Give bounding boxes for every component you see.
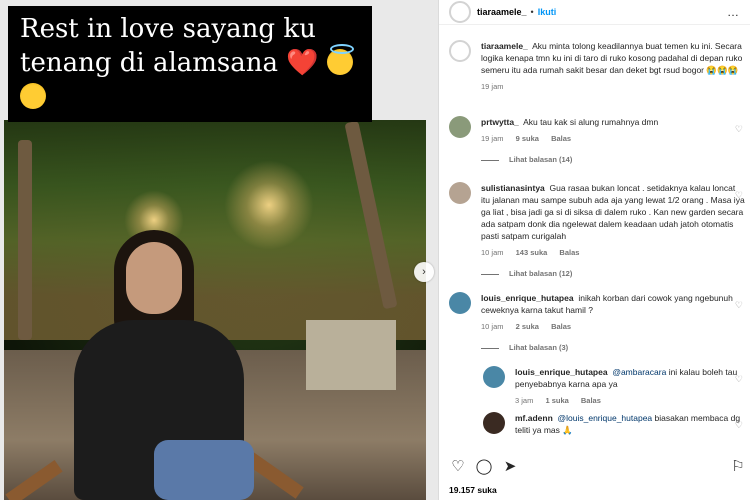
heart-outline-icon[interactable]: ♡ xyxy=(735,190,743,201)
follow-button[interactable]: Ikuti xyxy=(538,7,557,17)
likes-number: 19.157 xyxy=(449,485,475,495)
post-caption: tiaraamele_ Aku minta tolong keadilannya… xyxy=(449,40,745,91)
reply-button[interactable]: Balas xyxy=(551,322,571,331)
likes-label: suka xyxy=(477,485,497,495)
commenter-avatar[interactable] xyxy=(449,116,471,138)
post-media: Rest in love sayang ku tenang di alamsan… xyxy=(0,0,438,500)
post-photo xyxy=(4,120,426,500)
reply-button[interactable]: Balas xyxy=(559,248,579,257)
reply-button[interactable]: Balas xyxy=(551,134,571,143)
comment-username[interactable]: louis_enrique_hutapea xyxy=(481,293,574,303)
comment-username[interactable]: prtwytta_ xyxy=(481,117,519,127)
pleading-face-icon xyxy=(20,83,46,109)
smiling-face-with-halo-icon xyxy=(326,44,354,75)
header-separator: • xyxy=(530,7,534,17)
reply-meta: 3 jam 1 suka Balas xyxy=(515,396,745,405)
commenter-avatar[interactable] xyxy=(449,182,471,204)
reply-mention[interactable]: @louis_enrique_hutapea xyxy=(558,413,653,423)
send-icon[interactable]: ➤ xyxy=(501,458,519,476)
caption-overlay-line-1: Rest in love sayang ku xyxy=(20,14,316,44)
reply-item: louis_enrique_hutapea @ambaracara ini ka… xyxy=(483,366,745,405)
author-username[interactable]: tiaraamele_ xyxy=(477,7,527,17)
comments-panel: tiaraamele_ • Ikuti … tiaraamele_ Aku mi… xyxy=(438,0,750,500)
bookmark-icon[interactable]: ⚐ xyxy=(729,458,747,476)
caption-overlay-line-3 xyxy=(20,80,360,114)
commenter-avatar[interactable] xyxy=(483,366,505,388)
comment-time: 10 jam xyxy=(481,322,504,331)
comment-likes[interactable]: 9 suka xyxy=(516,134,539,143)
comment-item: prtwytta_ Aku tau kak si alung rumahnya … xyxy=(449,116,745,164)
heart-outline-icon[interactable]: ♡ xyxy=(735,124,743,135)
comment-meta: 10 jam 143 suka Balas xyxy=(481,248,745,257)
caption-time: 19 jam xyxy=(481,82,504,91)
heart-outline-icon[interactable]: ♡ xyxy=(735,374,743,385)
reply-likes[interactable]: 1 suka xyxy=(545,396,568,405)
view-replies-button[interactable]: Lihat balasan (3) xyxy=(481,343,745,352)
comment-likes[interactable]: 2 suka xyxy=(516,322,539,331)
caption-username[interactable]: tiaraamele_ xyxy=(481,41,528,51)
comment-text: louis_enrique_hutapea inikah korban dari… xyxy=(481,292,745,316)
comment-body: Aku tau kak si alung rumahnya dmn xyxy=(523,117,659,127)
person-face xyxy=(126,242,182,314)
heart-outline-icon[interactable]: ♡ xyxy=(449,458,467,476)
heart-outline-icon[interactable]: ♡ xyxy=(735,300,743,311)
comment-item: louis_enrique_hutapea inikah korban dari… xyxy=(449,292,745,352)
reply-text: louis_enrique_hutapea @ambaracara ini ka… xyxy=(515,366,745,390)
more-options-icon[interactable]: … xyxy=(727,5,740,19)
crying-face-icon: 😭😭😭 xyxy=(706,65,739,75)
photo-tree xyxy=(18,140,32,340)
post-actions: ♡ ◯ ➤ ⚐ xyxy=(439,458,750,476)
comment-meta: 19 jam 9 suka Balas xyxy=(481,134,745,143)
caption-overlay-line-2: tenang di alamsana ❤️ xyxy=(20,44,360,80)
person-jeans xyxy=(154,440,254,500)
comment-username[interactable]: sulistianasintya xyxy=(481,183,545,193)
comment-time: 10 jam xyxy=(481,248,504,257)
reply-text: mf.adenn @louis_enrique_hutapea biasakan… xyxy=(515,412,745,436)
chevron-right-icon: › xyxy=(422,266,426,278)
caption-text: tiaraamele_ Aku minta tolong keadilannya… xyxy=(481,40,745,76)
reply-mention[interactable]: @ambaracara xyxy=(612,367,666,377)
next-image-button[interactable]: › xyxy=(414,262,434,282)
author-avatar[interactable] xyxy=(449,40,471,62)
reply-username[interactable]: louis_enrique_hutapea xyxy=(515,367,608,377)
red-heart-icon: ❤️ xyxy=(286,48,319,78)
reply-time: 3 jam xyxy=(515,396,534,405)
comment-text: sulistianasintya Gua rasaa bukan loncat … xyxy=(481,182,745,242)
post-header: tiaraamele_ • Ikuti … xyxy=(439,0,750,25)
view-replies-button[interactable]: Lihat balasan (12) xyxy=(481,269,745,278)
caption-overlay: Rest in love sayang ku tenang di alamsan… xyxy=(8,6,372,122)
caption-overlay-line-2-text: tenang di alamsana xyxy=(20,48,279,78)
comment-meta: 10 jam 2 suka Balas xyxy=(481,322,745,331)
photo-planter xyxy=(306,320,396,390)
comment-text: prtwytta_ Aku tau kak si alung rumahnya … xyxy=(481,116,745,128)
photo-person xyxy=(64,230,254,500)
comment-likes[interactable]: 143 suka xyxy=(516,248,548,257)
comment-icon[interactable]: ◯ xyxy=(475,458,493,476)
folded-hands-icon: 🙏 xyxy=(562,425,573,435)
view-replies-button[interactable]: Lihat balasan (14) xyxy=(481,155,745,164)
reply-button[interactable]: Balas xyxy=(581,396,601,405)
commenter-avatar[interactable] xyxy=(449,292,471,314)
caption-meta: 19 jam xyxy=(481,82,745,91)
comment-time: 19 jam xyxy=(481,134,504,143)
heart-outline-icon[interactable]: ♡ xyxy=(735,420,743,431)
reply-item: mf.adenn @louis_enrique_hutapea biasakan… xyxy=(483,412,745,436)
likes-count[interactable]: 19.157 suka xyxy=(449,485,497,495)
comment-item: sulistianasintya Gua rasaa bukan loncat … xyxy=(449,182,745,278)
author-avatar[interactable] xyxy=(449,1,471,23)
commenter-avatar[interactable] xyxy=(483,412,505,434)
reply-username[interactable]: mf.adenn xyxy=(515,413,553,423)
